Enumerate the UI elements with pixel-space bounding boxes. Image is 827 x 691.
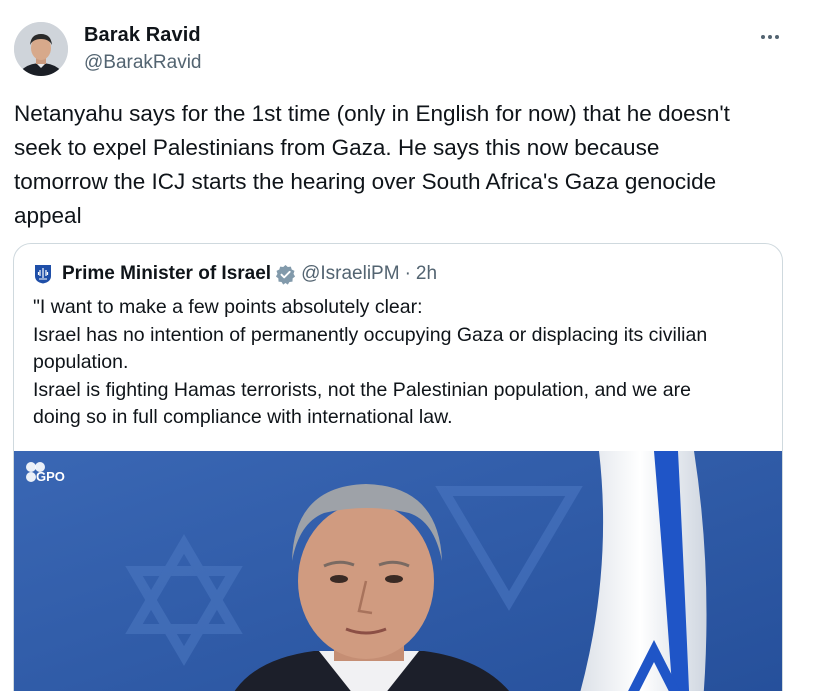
quoted-tweet[interactable]: Prime Minister of Israel @IsraeliPM · 2h… [13, 243, 783, 691]
tweet-text: Netanyahu says for the 1st time (only in… [14, 101, 730, 228]
quote-text: "I want to make a few points absolutely … [33, 296, 708, 428]
avatar[interactable] [14, 22, 68, 76]
author-handle[interactable]: @BarakRavid [84, 52, 202, 74]
author-name[interactable]: Barak Ravid [84, 24, 201, 47]
tweet: Barak Ravid @BarakRavid Netanyahu says f… [0, 0, 827, 691]
quote-header: Prime Minister of Israel @IsraeliPM · 2h [34, 262, 437, 286]
gpo-watermark: GPO [36, 469, 65, 484]
quote-timestamp[interactable]: 2h [416, 263, 437, 285]
israel-emblem-icon [35, 265, 51, 284]
separator-dot: · [404, 263, 411, 284]
quote-handle[interactable]: @IsraeliPM [301, 263, 399, 285]
more-horizontal-icon[interactable] [752, 24, 788, 50]
verified-badge-icon [276, 264, 296, 285]
quote-author-name[interactable]: Prime Minister of Israel [62, 263, 271, 285]
quote-media-image[interactable]: GPO [14, 451, 782, 691]
